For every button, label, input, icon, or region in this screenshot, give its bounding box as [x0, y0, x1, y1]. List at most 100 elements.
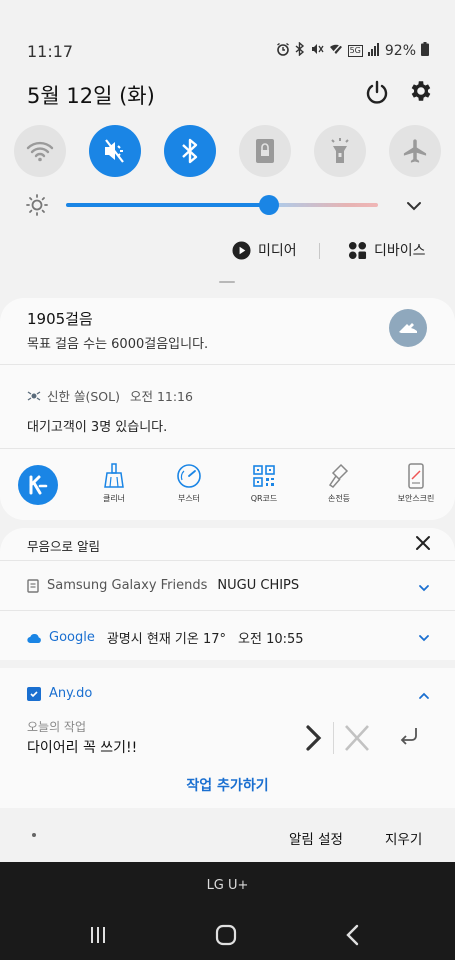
flashlight-button[interactable]: 손전등: [307, 462, 371, 504]
media-button[interactable]: 미디어: [232, 240, 297, 260]
qr-code-button[interactable]: QR코드: [232, 462, 296, 504]
brightness-expand-button[interactable]: [402, 194, 426, 218]
bluetooth-toggle[interactable]: [164, 125, 216, 177]
notification-settings-button[interactable]: 알림 설정: [289, 828, 343, 848]
steps-notification-body[interactable]: 목표 걸음 수는 6000걸음입니다.: [27, 333, 208, 352]
airplane-toggle[interactable]: [389, 125, 441, 177]
sol-notification-body[interactable]: 대기고객이 3명 있습니다.: [27, 416, 167, 435]
brightness-slider-handle[interactable]: [258, 195, 279, 215]
signal-icon: [367, 42, 380, 60]
cloud-icon: [27, 633, 41, 643]
divider: [333, 722, 334, 754]
play-icon: [232, 240, 251, 260]
google-notification-row[interactable]: Google 광명시 현재 기온 17° 오전 10:55: [27, 628, 304, 647]
flashlight-icon: [328, 463, 349, 488]
booster-button[interactable]: 부스터: [157, 462, 221, 504]
qr-icon: [253, 465, 275, 487]
sgf-expand-button[interactable]: [417, 580, 431, 594]
next-task-button[interactable]: [303, 724, 325, 752]
devices-button[interactable]: 디바이스: [348, 240, 426, 260]
devices-icon: [348, 241, 367, 259]
mute-icon: [105, 139, 124, 163]
sound-toggle[interactable]: [89, 125, 141, 177]
page-indicator-dot: [32, 833, 36, 837]
sol-notification-header[interactable]: 신한 쏠(SOL) 오전 11:16: [27, 386, 193, 405]
add-task-button[interactable]: 작업 추가하기: [0, 775, 455, 795]
lock-rotate-icon: [256, 139, 274, 163]
flashlight-toggle[interactable]: [314, 125, 366, 177]
home-icon: [215, 924, 237, 946]
status-icons: 5G 92%: [276, 41, 429, 60]
sgf-notification-row[interactable]: Samsung Galaxy Friends NUGU CHIPS: [27, 578, 299, 593]
wifi-icon: [26, 141, 54, 162]
anydo-header[interactable]: Any.do: [27, 686, 92, 701]
5g-icon: 5G: [347, 45, 363, 57]
app-shortcut-button[interactable]: [18, 465, 58, 505]
chevron-down-icon: [419, 635, 429, 642]
task-label: 오늘의 작업: [27, 720, 87, 734]
sgf-app-name: Samsung Galaxy Friends: [47, 578, 208, 593]
carrier-label: LG U+: [206, 878, 249, 893]
gear-icon: [411, 81, 431, 101]
brightness-icon: [25, 193, 49, 217]
cleaner-label: 클리너: [102, 494, 126, 503]
sol-time: 오전 11:16: [129, 389, 193, 404]
dismiss-task-button[interactable]: [342, 724, 372, 752]
divider: [0, 448, 455, 449]
speedometer-icon: [177, 464, 201, 488]
sol-app-icon: [27, 390, 41, 401]
qr-code-label: QR코드: [250, 494, 278, 503]
phone-lock-icon: [408, 463, 424, 489]
cleaner-button[interactable]: 클리너: [82, 462, 146, 504]
close-icon: [416, 536, 430, 550]
recent-apps-button[interactable]: [83, 920, 113, 950]
silent-close-button[interactable]: [414, 534, 432, 552]
recents-icon: [91, 927, 105, 943]
google-expand-button[interactable]: [417, 630, 431, 644]
security-screen-button[interactable]: 보안스크린: [384, 462, 448, 504]
document-icon: [27, 578, 39, 593]
media-label: 미디어: [258, 243, 297, 259]
airplane-icon: [403, 139, 427, 163]
broom-icon: [104, 463, 124, 488]
sol-app-name: 신한 쏠(SOL): [47, 389, 120, 404]
flashlight-label: 손전등: [327, 494, 351, 503]
back-icon: [346, 924, 359, 946]
bluetooth-icon: [182, 138, 198, 164]
battery-percent: 92%: [384, 43, 416, 59]
chevron-down-icon: [407, 202, 421, 211]
google-time: 오전 10:55: [238, 632, 304, 647]
battery-icon: [421, 42, 429, 60]
back-button[interactable]: [338, 920, 368, 950]
bluetooth-icon: [295, 41, 305, 60]
chevron-right-icon: [306, 725, 322, 751]
checkbox-icon: [27, 686, 41, 701]
divider: [0, 364, 455, 365]
reply-task-button[interactable]: [396, 724, 422, 750]
security-screen-label: 보안스크린: [397, 494, 435, 503]
status-time: 11:17: [27, 42, 74, 61]
alarm-icon: [276, 42, 290, 60]
rotation-lock-toggle[interactable]: [239, 125, 291, 177]
shoe-icon: [389, 309, 427, 347]
anydo-collapse-button[interactable]: [417, 688, 431, 702]
google-app-name: Google: [49, 630, 95, 645]
sgf-text: NUGU CHIPS: [217, 578, 300, 593]
steps-notification-title[interactable]: 1905걸음: [27, 308, 93, 329]
return-arrow-icon: [400, 728, 417, 745]
wifi-toggle[interactable]: [14, 125, 66, 177]
anydo-app-name: Any.do: [49, 686, 93, 701]
close-icon: [345, 725, 369, 751]
clear-all-button[interactable]: 지우기: [385, 828, 422, 848]
home-button[interactable]: [211, 920, 241, 950]
flashlight-icon: [331, 138, 349, 163]
drag-handle[interactable]: [219, 281, 235, 283]
settings-button[interactable]: [408, 78, 436, 106]
divider: [319, 243, 320, 259]
power-button[interactable]: [362, 78, 392, 108]
task-value[interactable]: 다이어리 꼭 쓰기!!: [27, 737, 137, 757]
brightness-slider-track[interactable]: [66, 203, 378, 207]
devices-label: 디바이스: [374, 243, 426, 259]
mute-icon: [310, 42, 324, 60]
k-logo-icon: [29, 475, 48, 495]
